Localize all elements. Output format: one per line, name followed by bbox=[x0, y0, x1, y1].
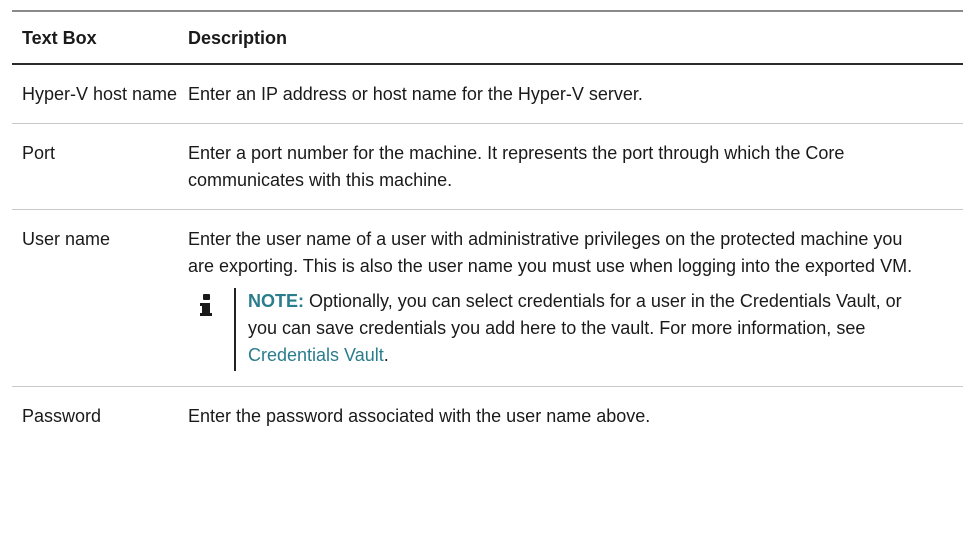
note-text: Optionally, you can select credentials f… bbox=[248, 291, 902, 338]
row-description-hyperv-host: Enter an IP address or host name for the… bbox=[188, 84, 643, 104]
row-name-user-name: User name bbox=[22, 229, 111, 249]
table-row: Hyper-V host name Enter an IP address or… bbox=[12, 64, 963, 124]
credentials-vault-link[interactable]: Credentials Vault bbox=[248, 345, 384, 365]
table-header-row: Text Box Description bbox=[12, 11, 963, 64]
table-row: Port Enter a port number for the machine… bbox=[12, 124, 963, 210]
row-name-password: Password bbox=[22, 406, 102, 426]
header-description: Description bbox=[188, 28, 288, 48]
note-body: NOTE: Optionally, you can select credent… bbox=[234, 288, 923, 371]
header-text-box: Text Box bbox=[22, 28, 97, 48]
row-name-port: Port bbox=[22, 143, 56, 163]
table-row: User name Enter the user name of a user … bbox=[12, 210, 963, 387]
text-box-table: Text Box Description Hyper-V host name E… bbox=[12, 10, 963, 445]
note-label: NOTE: bbox=[248, 291, 304, 311]
row-description-password: Enter the password associated with the u… bbox=[188, 406, 651, 426]
note-callout: NOTE: Optionally, you can select credent… bbox=[200, 288, 923, 371]
row-name-hyperv-host: Hyper-V host name bbox=[22, 84, 178, 104]
table-row: Password Enter the password associated w… bbox=[12, 387, 963, 446]
row-description-user-name: Enter the user name of a user with admin… bbox=[188, 229, 913, 276]
info-icon bbox=[200, 294, 214, 316]
note-suffix: . bbox=[383, 345, 389, 365]
row-description-user-name-cell: Enter the user name of a user with admin… bbox=[188, 210, 963, 387]
row-description-port: Enter a port number for the machine. It … bbox=[188, 143, 845, 190]
